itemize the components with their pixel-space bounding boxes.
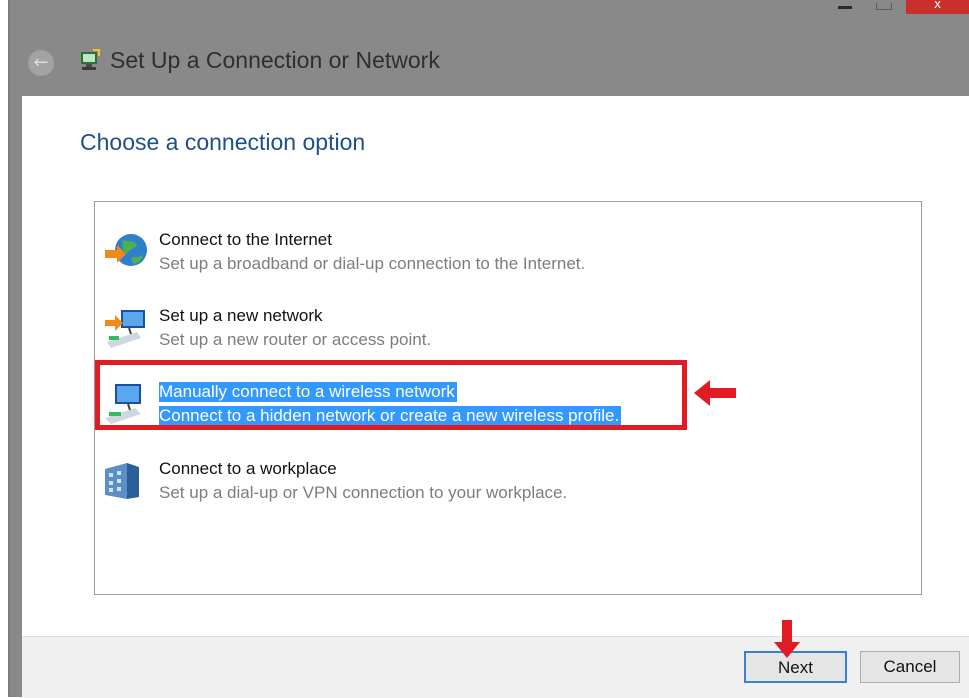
option-description: Set up a broadband or dial-up connection… [159, 254, 586, 273]
next-button[interactable]: Next [744, 651, 847, 683]
wireless-network-icon [105, 384, 141, 424]
option-connect-internet[interactable]: Connect to the Internet Set up a broadba… [95, 216, 919, 276]
option-title: Manually connect to a wireless network [159, 382, 457, 402]
globe-internet-icon [105, 234, 147, 266]
option-title: Set up a new network [159, 306, 323, 325]
window-title: Set Up a Connection or Network [110, 47, 440, 73]
option-new-network[interactable]: Set up a new network Set up a new router… [95, 292, 919, 352]
maximize-button[interactable] [876, 3, 892, 10]
wizard-header: ← Set Up a Connection or Network [10, 40, 969, 86]
router-icon [105, 310, 145, 348]
cancel-button[interactable]: Cancel [860, 651, 960, 683]
option-description: Set up a new router or access point. [159, 330, 432, 349]
wizard-content: Choose a connection option Connect to th… [22, 96, 969, 636]
option-description: Set up a dial-up or VPN connection to yo… [159, 483, 568, 502]
connection-options-list: Connect to the Internet Set up a broadba… [94, 201, 922, 595]
close-button[interactable]: x [906, 0, 969, 14]
option-title: Connect to the Internet [159, 230, 332, 249]
option-workplace[interactable]: Connect to a workplace Set up a dial-up … [95, 445, 919, 505]
back-button[interactable]: ← [28, 50, 54, 76]
workplace-vpn-icon [105, 463, 139, 499]
minimize-button[interactable] [838, 6, 852, 9]
option-manual-wireless[interactable]: Manually connect to a wireless network C… [95, 368, 919, 428]
wizard-window: x ← Set Up a Connection or Network Choos… [8, 0, 969, 698]
network-setup-icon [81, 49, 100, 70]
wizard-footer: Next Cancel [22, 636, 969, 698]
option-description: Connect to a hidden network or create a … [159, 406, 622, 426]
page-heading: Choose a connection option [80, 129, 366, 155]
option-title: Connect to a workplace [159, 459, 337, 478]
back-arrow-icon: ← [33, 52, 49, 73]
